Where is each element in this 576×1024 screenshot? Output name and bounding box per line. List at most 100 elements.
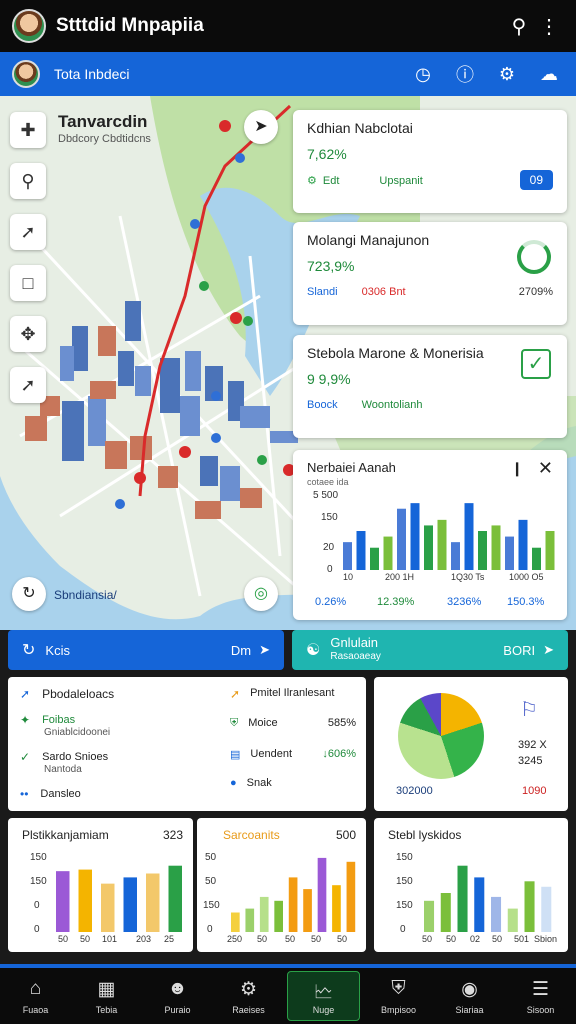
nav-label: Nuge <box>312 1004 335 1015</box>
pie-value: 3245 <box>518 755 543 767</box>
card-title: Molangi Manajunon <box>307 232 430 248</box>
chart-bar <box>424 900 435 932</box>
shield-icon: ⛨ <box>230 717 239 729</box>
nav-settings[interactable]: ⚙ Raeises <box>213 968 284 1024</box>
chart-bar <box>123 877 137 932</box>
card-row-b: Woontolianh <box>361 399 423 411</box>
chart-bar <box>332 885 341 932</box>
close-icon[interactable]: ✕ <box>538 458 553 479</box>
tool-icon: ➚ <box>20 687 31 701</box>
ribbon-icon: ⚐ <box>520 699 538 721</box>
popup-bar <box>437 519 447 570</box>
x-tick: 50 <box>257 934 268 944</box>
card-row-c: 2709% <box>518 286 553 298</box>
nav-profile[interactable]: ☻ Puraio <box>142 968 213 1024</box>
stat-card[interactable]: Molangi Manajunon 723,9% Slandi 0306 Bnt… <box>293 222 567 325</box>
nav-shield[interactable]: ⛨ Bmpisoo <box>363 968 434 1024</box>
route-icon[interactable]: ➚ <box>10 214 46 250</box>
nav-charts[interactable]: 🗠 Nuge <box>287 971 360 1021</box>
x-tick: 50 <box>422 934 433 944</box>
chart-bar <box>101 883 115 932</box>
nav-home[interactable]: ⌂ Fuaoa <box>0 968 71 1024</box>
chart-bar <box>317 857 327 932</box>
app-title: Stttdid Mnpapiia <box>56 15 204 36</box>
pin-icon[interactable]: ❙ <box>511 460 523 477</box>
check-icon[interactable]: ✓ <box>521 349 551 379</box>
toolbar: Tota Inbdeci ◷ ⓘ ⚙ ☁ <box>0 52 576 96</box>
chart-icon: 🗠 <box>313 981 334 1003</box>
dots-icon: •• <box>20 787 29 801</box>
x-tick: 101 <box>102 934 118 944</box>
pin-icon: ✦ <box>20 713 31 727</box>
action-button[interactable]: Dm <box>231 643 251 658</box>
chart-bars <box>424 865 552 932</box>
popup-bar <box>424 525 433 570</box>
chart-value: 323 <box>162 828 183 842</box>
clock-icon[interactable]: ◷ <box>408 59 438 89</box>
map-subtitle: Dbdcory Cbdtidcns <box>58 133 151 145</box>
primary-action[interactable]: ↻ Kcis Dm ➤ <box>8 630 284 670</box>
stat-card[interactable]: Stebola Marone & Monerisia 9 9,9% Boock … <box>293 335 567 438</box>
chart-bars <box>56 865 182 932</box>
card-row-a: Boock <box>307 399 338 411</box>
nav-menu[interactable]: ☰ Sisoon <box>505 968 576 1024</box>
cloud-icon[interactable]: ☁ <box>534 59 564 89</box>
y-tick: 5 500 <box>313 490 339 501</box>
chart-bar <box>259 896 269 932</box>
chart-bar <box>78 869 92 932</box>
x-tick: 02 <box>470 934 481 944</box>
card-row-right: Upspanit <box>379 174 423 187</box>
y-tick: 0 <box>327 564 333 575</box>
refresh-button[interactable]: ↻ <box>12 577 46 611</box>
nav-label: Tebia <box>95 1004 118 1015</box>
x-tick: 25 <box>164 934 175 944</box>
y-tick: 20 <box>323 542 335 553</box>
chart-bar <box>245 908 255 932</box>
pan-icon[interactable]: ✚ <box>10 112 46 148</box>
nav-globe[interactable]: ◉ Siariaa <box>434 968 505 1024</box>
popup-bar <box>532 547 541 570</box>
progress-ring-icon <box>517 240 551 274</box>
locate-button[interactable]: ◎ <box>244 577 278 611</box>
secondary-action[interactable]: ☯ Gnlulain Rasaoaeay BORI ➤ <box>292 630 568 670</box>
map-toolbar: ✚ ⚲ ➚ □ ✥ ➚ <box>10 112 48 418</box>
x-tick: 50 <box>285 934 296 944</box>
search-icon[interactable]: ⚲ <box>504 11 534 41</box>
avatar[interactable] <box>12 60 40 88</box>
chart-value: 500 <box>335 828 356 842</box>
avatar[interactable] <box>12 9 46 43</box>
app-bar: Stttdid Mnpapiia ⚲ ⋮ <box>0 0 576 52</box>
gear-icon[interactable]: ⚙ <box>492 59 522 89</box>
popup-bar <box>518 519 528 570</box>
pie-chart <box>398 693 484 779</box>
item-label: Dansleo <box>40 788 81 800</box>
globe-icon: ◉ <box>461 978 478 1000</box>
chart-bar <box>168 865 182 932</box>
x-tick: 50 <box>337 934 348 944</box>
pointer-icon[interactable]: ➚ <box>10 367 46 403</box>
popup-bars <box>343 503 555 570</box>
chart-title: Stebl lyskidos <box>388 828 462 842</box>
chart-panel: Sarcoanits 500 50 50 150 0 250 50 50 50 … <box>197 818 366 952</box>
search-icon[interactable]: ⚲ <box>10 163 46 199</box>
footer-value: 12.39% <box>377 596 415 608</box>
map-nav-button[interactable]: ➤ <box>244 110 278 144</box>
card-row-left: Edt <box>322 174 340 187</box>
chart-bar <box>440 893 451 932</box>
square-icon[interactable]: □ <box>10 265 46 301</box>
card-badge[interactable]: 09 <box>519 170 553 190</box>
stat-card[interactable]: Kdhian Nabclotai 7,62% ⚙ Edt Upspanit 09 <box>293 110 567 213</box>
left-column: ➚ Pbodaleloacs ✦ Foibas Gniablcidoonei ✓ Sa… <box>20 687 114 801</box>
card-value: 9 9,9% <box>307 371 351 387</box>
popup-subtitle: cotaee ida <box>307 477 349 487</box>
chart-bar <box>474 877 485 932</box>
x-tick: 50 <box>80 934 91 944</box>
x-tick: 250 <box>227 934 243 944</box>
nav-table[interactable]: ▦ Tebia <box>71 968 142 1024</box>
check-icon: ✓ <box>20 750 31 764</box>
action-button[interactable]: BORI <box>503 643 535 658</box>
nav-label: Bmpisoo <box>380 1004 416 1015</box>
info-icon[interactable]: ⓘ <box>450 59 480 89</box>
more-icon[interactable]: ⋮ <box>534 11 564 41</box>
compass-icon[interactable]: ✥ <box>10 316 46 352</box>
